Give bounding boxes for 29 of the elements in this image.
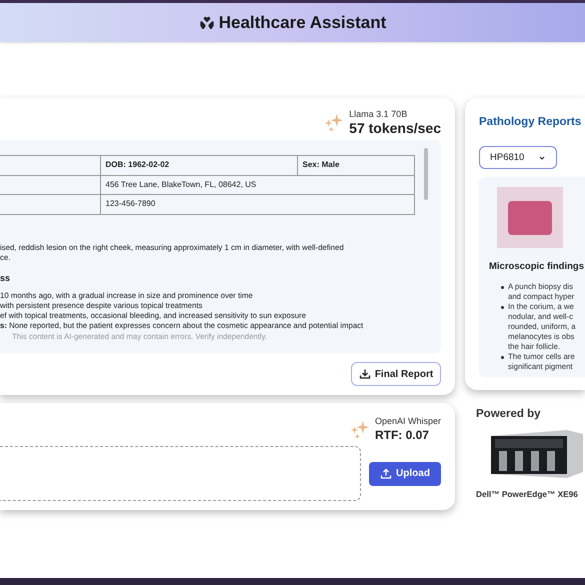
server-name: Dell™ PowerEdge™ XE96 [476,488,579,501]
bullet-icon [501,356,504,358]
model-speed: 57 tokens/sec [349,120,441,138]
download-icon [358,368,371,380]
pathology-title: Pathology Reports [479,115,582,130]
final-report-button[interactable]: Final Report [351,362,441,386]
bullet-icon [501,306,504,308]
upload-button[interactable]: Upload [369,462,441,486]
upload-icon [380,468,392,480]
sparkle-icon [348,418,371,440]
app-title: Healthcare Assistant [218,12,386,34]
report-select[interactable]: HP6810 [479,146,557,170]
heart-hands-icon [198,14,215,30]
tissue-photo-placeholder [497,187,563,248]
audio-drop-zone[interactable] [0,446,361,501]
table-cell: DOB: 1962-02-02 [100,156,297,175]
model-name: Llama 3.1 70B [349,108,408,120]
bullet-icon [501,286,504,288]
table-cell: 123-456-7890 [100,194,414,214]
table-cell: 456 Tree Lane, BlakeTown, FL, 08642, US [100,175,414,194]
model-name: OpenAI Whisper [374,416,441,428]
model-speed: RTF: 0.07 [374,428,430,443]
section-heading: ss [0,272,12,282]
powered-by-title: Powered by [476,407,542,422]
table-cell: Sex: Male [297,156,414,175]
scrollbar-thumb [424,148,428,200]
chevron-down-icon [538,154,546,162]
sparkle-icon [323,112,346,134]
findings-title: Microscopic findings [489,260,585,274]
